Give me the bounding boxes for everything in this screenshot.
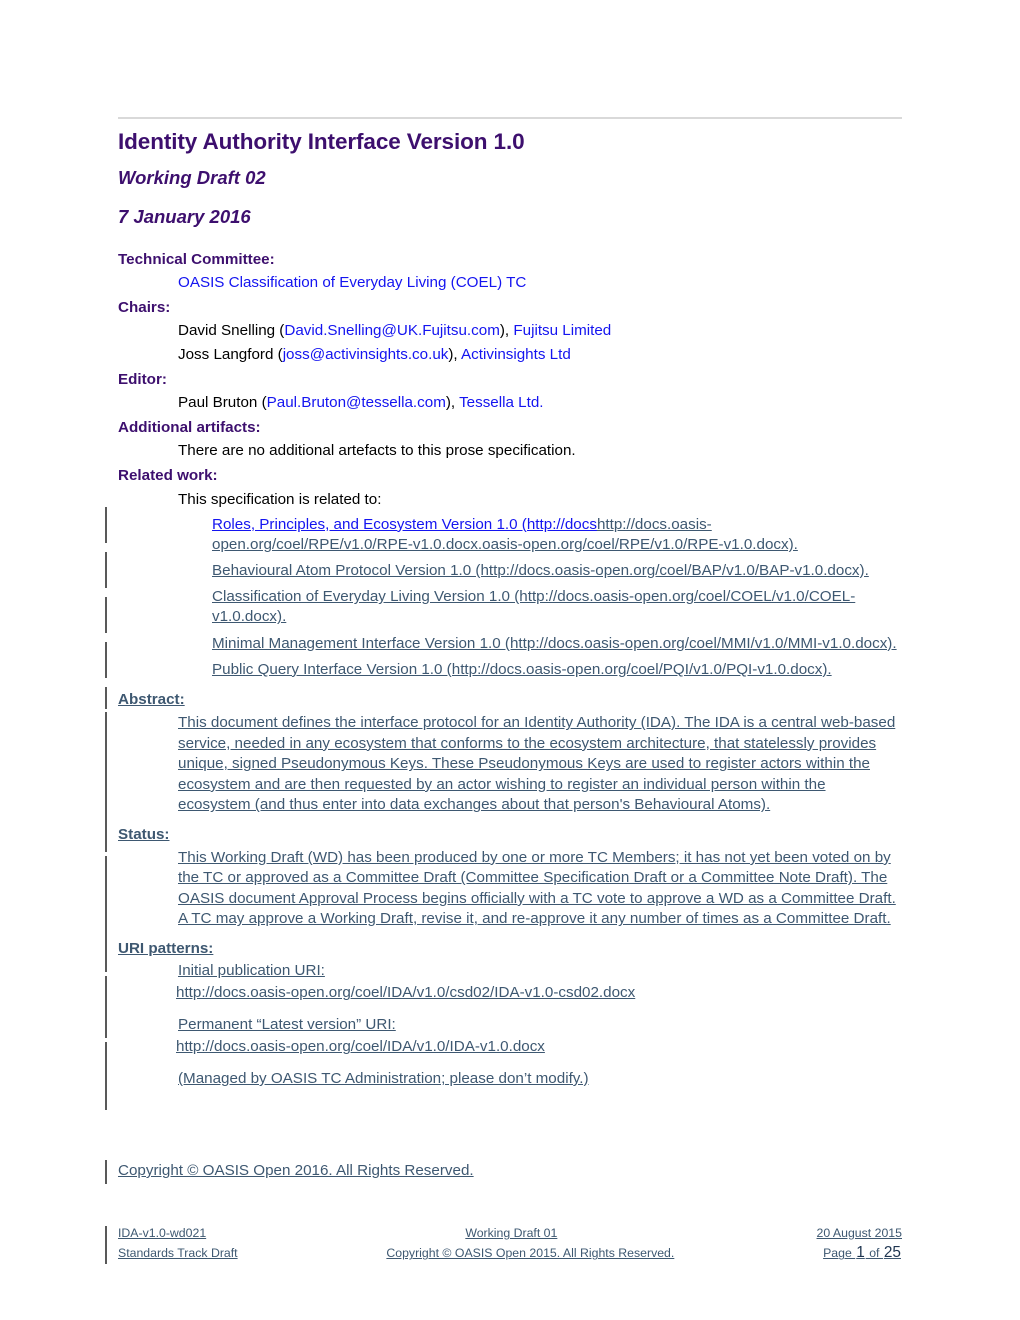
related-work-item-rest[interactable]: Behavioural Atom Protocol Version 1.0 (h… xyxy=(212,562,869,579)
related-work-item[interactable]: Public Query Interface Version 1.0 (http… xyxy=(178,657,902,683)
editor-name: Paul Bruton ( xyxy=(178,394,267,412)
change-bar xyxy=(105,1226,107,1264)
change-bar xyxy=(105,507,107,543)
document-stage: Working Draft 02 xyxy=(118,167,266,189)
footer-copyright: Copyright © OASIS Open 2015. All Rights … xyxy=(386,1246,675,1261)
related-work-item[interactable]: Minimal Management Interface Version 1.0… xyxy=(178,631,902,657)
copyright-notice: Copyright © OASIS Open 2016. All Rights … xyxy=(118,1162,474,1179)
change-bar xyxy=(105,687,107,709)
chair-name: Joss Langford ( xyxy=(178,346,283,364)
footer-date: 20 August 2015 xyxy=(816,1226,902,1240)
related-work-item-rest[interactable]: Public Query Interface Version 1.0 (http… xyxy=(212,661,832,678)
change-bar xyxy=(105,1042,107,1088)
editor-org-link[interactable]: Tessella Ltd. xyxy=(459,394,543,411)
page-title: Identity Authority Interface Version 1.0 xyxy=(118,129,525,154)
metadata-block: Technical Committee: OASIS Classificatio… xyxy=(118,247,902,1091)
related-work-item-rest[interactable]: Classification of Everyday Living Versio… xyxy=(212,588,855,625)
label-uri-patterns: URI patterns: xyxy=(118,939,214,957)
label-abstract: Abstract: xyxy=(118,691,185,709)
document-date: 7 January 2016 xyxy=(118,205,251,227)
status-text: This Working Draft (WD) has been produce… xyxy=(178,848,896,928)
chair-name: David Snelling ( xyxy=(178,322,285,340)
initial-publication-uri[interactable]: http://docs.oasis-open.org/coel/IDA/v1.0… xyxy=(118,982,902,1005)
footer-page-indicator: Page 1 of 25 xyxy=(823,1242,902,1264)
permanent-uri[interactable]: http://docs.oasis-open.org/coel/IDA/v1.0… xyxy=(118,1036,902,1059)
label-status: Status: xyxy=(118,825,170,843)
document-content: Identity Authority Interface Version 1.0… xyxy=(118,117,902,1091)
document-page: Identity Authority Interface Version 1.0… xyxy=(0,0,1020,1320)
header-rule xyxy=(118,117,902,119)
footer-page-total: 25 xyxy=(883,1244,901,1262)
change-bar xyxy=(105,856,107,972)
footer-track: Standards Track Draft xyxy=(118,1246,238,1261)
permanent-uri-label: Permanent “Latest version” URI: xyxy=(178,1015,396,1033)
chair-entry: David Snelling (David.Snelling@UK.Fujits… xyxy=(118,319,902,343)
change-bar xyxy=(105,712,107,852)
related-work-item-lead[interactable]: Roles, Principles, and Ecosystem Version… xyxy=(212,516,597,533)
value-technical-committee: OASIS Classification of Everyday Living … xyxy=(118,271,902,295)
chair-separator: ), xyxy=(448,346,462,364)
change-bar xyxy=(105,597,107,633)
related-work-intro: This specification is related to: xyxy=(178,490,382,508)
editor-separator: ), xyxy=(445,394,460,412)
related-work-item[interactable]: Roles, Principles, and Ecosystem Version… xyxy=(178,512,902,558)
change-bar xyxy=(105,552,107,588)
label-related-work: Related work: xyxy=(118,467,218,485)
footer-of-word: of xyxy=(865,1246,883,1261)
page-footer: IDA-v1.0-wd021 Working Draft 01 20 Augus… xyxy=(118,1225,902,1264)
technical-committee-link[interactable]: OASIS Classification of Everyday Living … xyxy=(178,274,526,291)
editor-email-link[interactable]: Paul.Bruton@tessella.com xyxy=(267,394,446,411)
related-work-list: Roles, Principles, and Ecosystem Version… xyxy=(118,512,902,684)
value-additional-artifacts: There are no additional artefacts to thi… xyxy=(178,442,576,460)
chair-org-link[interactable]: Activinsights Ltd xyxy=(461,346,571,363)
footer-page-word: Page xyxy=(823,1246,856,1261)
editor-entry: Paul Bruton (Paul.Bruton@tessella.com), … xyxy=(118,391,902,415)
change-bar xyxy=(105,976,107,1038)
footer-row-2: Standards Track Draft Copyright © OASIS … xyxy=(118,1242,902,1264)
abstract-text: This document defines the interface prot… xyxy=(178,714,896,814)
change-bar xyxy=(105,1160,107,1184)
related-work-item[interactable]: Classification of Everyday Living Versio… xyxy=(178,584,902,630)
footer-stage: Working Draft 01 xyxy=(465,1226,558,1240)
change-bar xyxy=(105,1086,107,1110)
footer-page-number: 1 xyxy=(856,1244,865,1262)
uri-patterns-note: (Managed by OASIS TC Administration; ple… xyxy=(178,1069,589,1087)
chair-org-link[interactable]: Fujitsu Limited xyxy=(513,322,611,339)
label-technical-committee: Technical Committee: xyxy=(118,250,275,268)
label-editor: Editor: xyxy=(118,371,167,389)
chair-email-link[interactable]: David.Snelling@UK.Fujitsu.com xyxy=(284,322,499,339)
change-bar xyxy=(105,642,107,678)
related-work-item-rest[interactable]: Minimal Management Interface Version 1.0… xyxy=(212,635,897,652)
label-additional-artifacts: Additional artifacts: xyxy=(118,419,261,437)
chair-entry: Joss Langford (joss@activinsights.co.uk)… xyxy=(118,343,902,367)
initial-publication-uri-label: Initial publication URI: xyxy=(178,961,325,979)
footer-doc-id: IDA-v1.0-wd021 xyxy=(118,1226,207,1240)
chair-email-link[interactable]: joss@activinsights.co.uk xyxy=(283,346,449,363)
related-work-item[interactable]: Behavioural Atom Protocol Version 1.0 (h… xyxy=(178,558,902,584)
chair-separator: ), xyxy=(499,322,514,340)
label-chairs: Chairs: xyxy=(118,299,171,316)
footer-row-1: IDA-v1.0-wd021 Working Draft 01 20 Augus… xyxy=(118,1225,902,1242)
